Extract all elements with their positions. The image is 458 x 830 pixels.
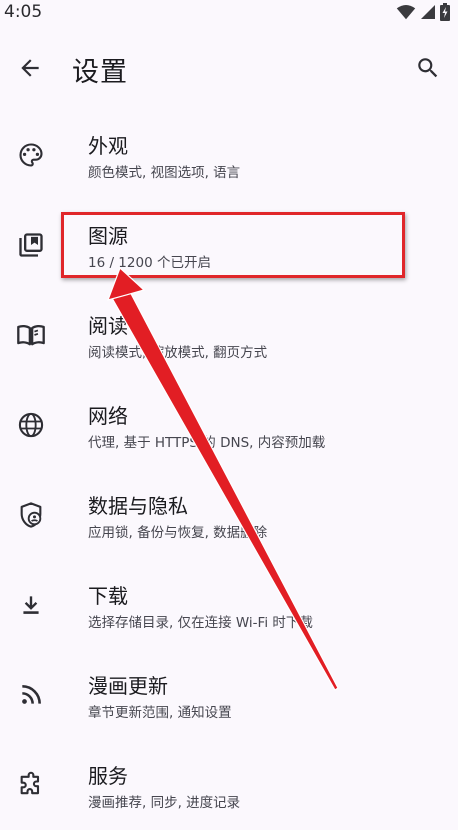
app-bar: 设置 (0, 36, 458, 100)
settings-item-subtitle: 阅读模式, 缩放模式, 翻页方式 (88, 345, 268, 361)
settings-item-subtitle: 选择存储目录, 仅在连接 Wi-Fi 时下载 (88, 615, 313, 631)
signal-icon (421, 5, 435, 19)
highlight-box (61, 212, 405, 278)
status-time: 4:05 (4, 2, 43, 22)
settings-item-title: 漫画更新 (88, 674, 168, 698)
search-icon (418, 58, 438, 78)
globe-icon (15, 409, 47, 441)
settings-item-subtitle: 漫画推荐, 同步, 进度记录 (88, 795, 241, 811)
book-open-icon (15, 319, 47, 351)
settings-item-services[interactable]: 服务 漫画推荐, 同步, 进度记录 (0, 740, 458, 830)
puzzle-icon (15, 769, 47, 801)
settings-item-title: 数据与隐私 (88, 494, 188, 518)
settings-item-updates[interactable]: 漫画更新 章节更新范围, 通知设置 (0, 650, 458, 740)
library-icon (15, 229, 47, 261)
settings-item-title: 服务 (88, 764, 128, 788)
battery-icon (440, 3, 450, 21)
settings-item-subtitle: 应用锁, 备份与恢复, 数据删除 (88, 525, 268, 541)
palette-icon (15, 139, 47, 171)
shield-user-icon (15, 499, 47, 531)
settings-item-title: 阅读 (88, 314, 128, 338)
settings-item-network[interactable]: 网络 代理, 基于 HTTPS 的 DNS, 内容预加载 (0, 380, 458, 470)
settings-item-data-privacy[interactable]: 数据与隐私 应用锁, 备份与恢复, 数据删除 (0, 470, 458, 560)
page-title: 设置 (72, 57, 128, 88)
settings-item-subtitle: 颜色模式, 视图选项, 语言 (88, 165, 241, 181)
settings-item-subtitle: 章节更新范围, 通知设置 (88, 705, 232, 721)
search-button[interactable] (412, 52, 444, 84)
download-icon (15, 589, 47, 621)
settings-item-title: 网络 (88, 404, 128, 428)
settings-item-title: 下载 (88, 584, 128, 608)
settings-item-reader[interactable]: 阅读 阅读模式, 缩放模式, 翻页方式 (0, 290, 458, 380)
status-bar: 4:05 (0, 0, 458, 26)
rss-icon (15, 679, 47, 711)
arrow-back-icon (21, 59, 39, 77)
settings-item-title: 外观 (88, 134, 128, 158)
back-button[interactable] (14, 52, 46, 84)
wifi-icon (396, 5, 416, 20)
settings-item-subtitle: 代理, 基于 HTTPS 的 DNS, 内容预加载 (88, 435, 326, 451)
status-icons (396, 3, 450, 21)
settings-item-download[interactable]: 下载 选择存储目录, 仅在连接 Wi-Fi 时下载 (0, 560, 458, 650)
settings-item-appearance[interactable]: 外观 颜色模式, 视图选项, 语言 (0, 110, 458, 200)
